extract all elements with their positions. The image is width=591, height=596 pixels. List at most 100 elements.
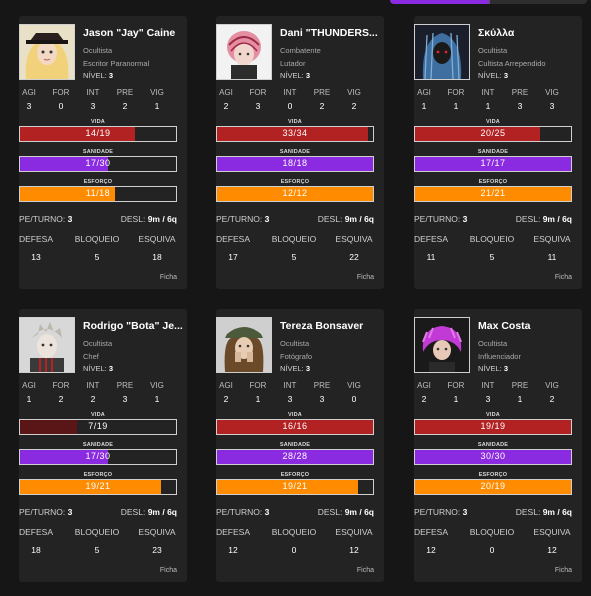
attr-value: 1 — [453, 394, 459, 404]
view-toggle[interactable] — [390, 0, 587, 4]
level-value: 3 — [305, 364, 311, 373]
defesa-label: DEFESA — [414, 527, 449, 537]
esforco-bar[interactable]: 11/18 — [19, 186, 177, 202]
vida-bar[interactable]: 20/25 — [414, 126, 572, 142]
character-portrait[interactable] — [414, 317, 470, 373]
attr-vig: VIG 2 — [339, 88, 369, 111]
sanidade-bar[interactable]: 18/18 — [216, 156, 374, 172]
character-origin: Lutador — [280, 59, 306, 68]
attr-agi: AGI 2 — [211, 381, 241, 404]
vida-bar[interactable]: 33/34 — [216, 126, 374, 142]
attr-for: FOR 1 — [243, 381, 273, 404]
ficha-link[interactable]: Ficha — [160, 274, 177, 281]
character-level: NÍVEL: 3 — [478, 71, 508, 80]
pe-turno: PE/TURNO: 3 — [19, 507, 72, 517]
pe-label: PE/TURNO: — [414, 507, 461, 517]
vida-value: 16/16 — [282, 421, 308, 431]
esforco-bar[interactable]: 19/21 — [216, 479, 374, 495]
attr-key: INT — [481, 88, 495, 97]
sanidade-bar[interactable]: 17/30 — [19, 156, 177, 172]
sanidade-bar[interactable]: 30/30 — [414, 449, 572, 465]
character-card[interactable]: Tereza Bonsaver Ocultista Fotógrafo NÍVE… — [216, 309, 384, 582]
attr-key: PRE — [313, 381, 331, 390]
attr-key: AGI — [417, 88, 431, 97]
attr-key: PRE — [116, 88, 134, 97]
esforco-bar[interactable]: 19/21 — [19, 479, 177, 495]
view-toggle-active[interactable] — [390, 0, 489, 4]
attr-value: 2 — [421, 394, 427, 404]
character-card[interactable]: Jason "Jay" Caine Ocultista Escritor Par… — [19, 16, 187, 289]
ficha-link[interactable]: Ficha — [357, 567, 374, 574]
defesa-value: 13 — [31, 252, 41, 262]
attr-for: FOR 2 — [46, 381, 76, 404]
character-portrait[interactable] — [19, 24, 75, 80]
attr-key: FOR — [447, 88, 465, 97]
esforco-bar[interactable]: 12/12 — [216, 186, 374, 202]
pe-value: 3 — [67, 507, 73, 517]
attr-value: 1 — [517, 394, 523, 404]
attr-value: 1 — [255, 394, 261, 404]
character-card[interactable]: Σκύλλα Ocultista Cultista Arrependido NÍ… — [414, 16, 582, 289]
attr-vig: VIG 0 — [339, 381, 369, 404]
defesa-label: DEFESA — [19, 234, 54, 244]
character-portrait[interactable] — [19, 317, 75, 373]
esforco-bar[interactable]: 21/21 — [414, 186, 572, 202]
pe-value: 3 — [264, 507, 270, 517]
esquiva-value: 12 — [349, 545, 359, 555]
esquiva-label: ESQUIVA — [138, 234, 176, 244]
vida-bar[interactable]: 19/19 — [414, 419, 572, 435]
ficha-link[interactable]: Ficha — [357, 274, 374, 281]
defesa-value: 11 — [426, 252, 436, 262]
esquiva-value: 22 — [349, 252, 359, 262]
character-origin: Fotógrafo — [280, 352, 313, 361]
character-name[interactable]: Tereza Bonsaver — [280, 320, 380, 332]
character-name[interactable]: Max Costa — [478, 320, 578, 332]
level-label: NÍVEL: — [280, 71, 304, 80]
attr-key: PRE — [511, 88, 529, 97]
attr-value: 3 — [122, 394, 128, 404]
vida-bar[interactable]: 16/16 — [216, 419, 374, 435]
character-name[interactable]: Jason "Jay" Caine — [83, 27, 183, 39]
desl-label: DESL: — [120, 507, 146, 517]
character-name[interactable]: Rodrigo "Bota" Je... — [83, 320, 183, 332]
character-card[interactable]: Rodrigo "Bota" Je... Ocultista Chef NÍVE… — [19, 309, 187, 582]
ficha-link[interactable]: Ficha — [160, 567, 177, 574]
attr-key: FOR — [249, 381, 267, 390]
character-class: Ocultista — [478, 339, 508, 348]
vida-bar[interactable]: 7/19 — [19, 419, 177, 435]
attr-value: 1 — [26, 394, 32, 404]
esforco-bar[interactable]: 20/19 — [414, 479, 572, 495]
vida-bar[interactable]: 14/19 — [19, 126, 177, 142]
vida-label: VIDA — [486, 412, 500, 418]
ficha-link[interactable]: Ficha — [555, 274, 572, 281]
desl-label: DESL: — [120, 214, 146, 224]
attr-value: 2 — [122, 101, 128, 111]
attr-value: 3 — [517, 101, 523, 111]
esquiva-value: 18 — [152, 252, 162, 262]
character-name[interactable]: Dani "THUNDERS... — [280, 27, 380, 39]
character-card[interactable]: Dani "THUNDERS... Combatente Lutador NÍV… — [216, 16, 384, 289]
character-portrait[interactable] — [414, 24, 470, 80]
character-level: NÍVEL: 3 — [280, 71, 310, 80]
defesa-label: DEFESA — [216, 527, 251, 537]
attr-value: 1 — [485, 101, 491, 111]
sanidade-bar[interactable]: 17/17 — [414, 156, 572, 172]
attr-value: 1 — [154, 394, 160, 404]
view-toggle-inactive[interactable] — [488, 0, 587, 4]
character-card[interactable]: Max Costa Ocultista Influenciador NÍVEL:… — [414, 309, 582, 582]
character-portrait[interactable] — [216, 317, 272, 373]
character-name[interactable]: Σκύλλα — [478, 27, 578, 39]
desl-value: 9m / 6q — [344, 214, 374, 224]
defesa-value: 12 — [228, 545, 238, 555]
character-class: Ocultista — [83, 46, 113, 55]
ficha-link[interactable]: Ficha — [555, 567, 572, 574]
vida-value: 20/25 — [480, 128, 506, 138]
esforco-label: ESFORÇO — [478, 472, 508, 478]
attr-value: 2 — [58, 394, 64, 404]
attr-value: 3 — [287, 394, 293, 404]
sanidade-bar[interactable]: 17/30 — [19, 449, 177, 465]
attr-value: 2 — [223, 394, 229, 404]
attr-for: FOR 3 — [243, 88, 273, 111]
character-portrait[interactable] — [216, 24, 272, 80]
sanidade-bar[interactable]: 28/28 — [216, 449, 374, 465]
